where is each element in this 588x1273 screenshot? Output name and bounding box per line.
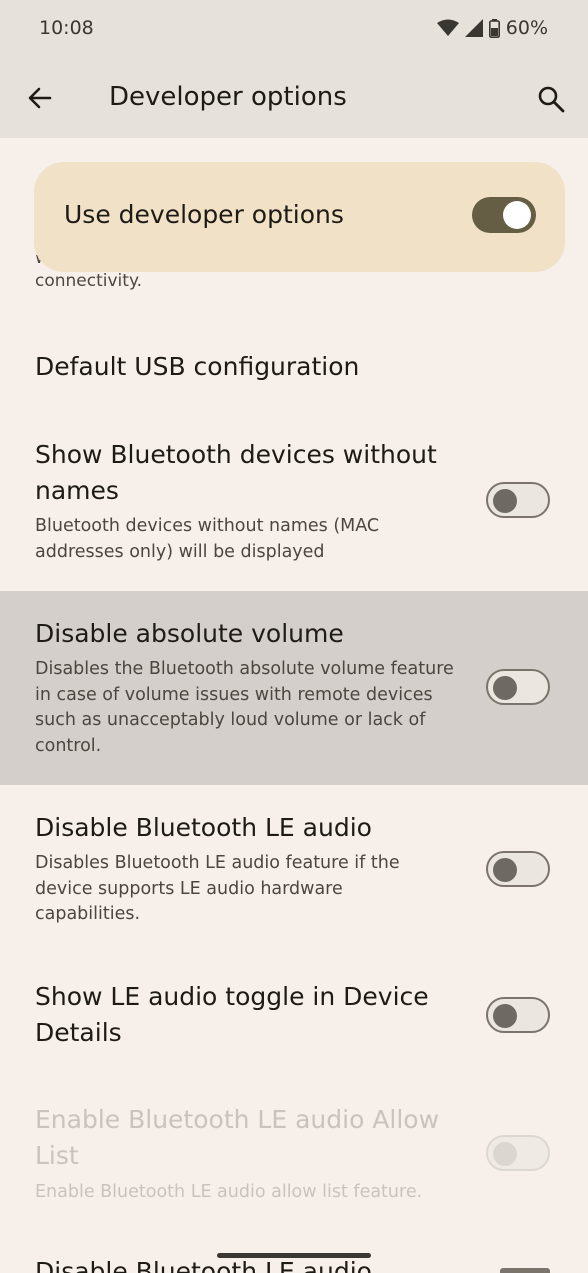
setting-summary-disable-absolute-volume: Disables the Bluetooth absolute volume f… xyxy=(35,659,454,756)
setting-title-disable-absolute-volume[interactable]: Disable absolute volume xyxy=(35,616,475,652)
status-time: 10:08 xyxy=(39,17,94,39)
master-toggle-card[interactable]: Use developer options xyxy=(34,162,565,272)
toggle-partial[interactable] xyxy=(500,1268,550,1273)
page-title: Developer options xyxy=(109,82,347,112)
search-icon xyxy=(538,86,565,113)
setting-summary-show-bt-devices: Bluetooth devices without names (MAC add… xyxy=(35,516,380,562)
setting-title-le-audio-allow-list: Enable Bluetooth LE audio Allow List xyxy=(35,1105,440,1170)
toggle-disable-absolute-volume[interactable] xyxy=(486,669,550,705)
setting-summary-le-audio-allow-list: Enable Bluetooth LE audio allow list fea… xyxy=(35,1182,423,1202)
toggle-show-bt-devices[interactable] xyxy=(486,482,550,518)
status-bar: 10:08 60% xyxy=(0,0,588,58)
battery-percent: 60% xyxy=(505,17,548,39)
toggle-le-audio-allow-list xyxy=(486,1135,550,1171)
status-icons: 60% xyxy=(436,17,548,39)
toggle-disable-le-audio[interactable] xyxy=(486,851,550,887)
battery-icon xyxy=(488,18,500,38)
arrow-back-icon xyxy=(28,87,52,109)
master-toggle-label: Use developer options xyxy=(64,200,344,229)
setting-title-show-le-audio-toggle[interactable]: Show LE audio toggle in Device Details xyxy=(35,979,465,1051)
toggle-show-le-audio-toggle[interactable] xyxy=(486,997,550,1033)
setting-summary-disable-le-audio: Disables Bluetooth LE audio feature if t… xyxy=(35,853,400,924)
gesture-nav-handle[interactable] xyxy=(217,1253,371,1258)
wifi-icon xyxy=(436,19,459,37)
setting-default-usb-configuration[interactable]: Default USB configuration xyxy=(35,349,475,385)
back-button[interactable] xyxy=(26,84,54,112)
search-button[interactable] xyxy=(536,84,566,114)
cell-signal-icon xyxy=(464,19,483,37)
setting-title-show-bt-devices[interactable]: Show Bluetooth devices without names xyxy=(35,437,475,509)
setting-title-disable-le-audio[interactable]: Disable Bluetooth LE audio xyxy=(35,810,475,846)
master-toggle-switch[interactable] xyxy=(472,197,536,233)
app-bar: Developer options xyxy=(0,58,588,138)
